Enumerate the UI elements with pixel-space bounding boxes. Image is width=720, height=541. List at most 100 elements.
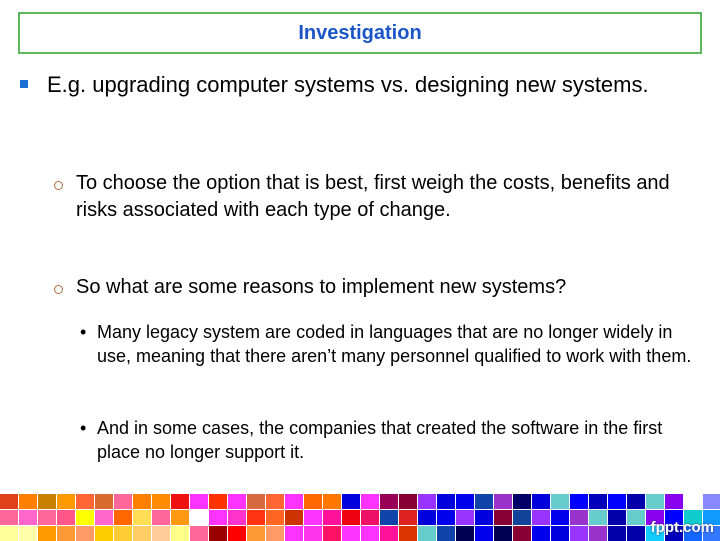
bullet-text: So what are some reasons to implement ne… [76, 276, 567, 298]
mosaic-tile [361, 526, 379, 541]
mosaic-tile [494, 510, 512, 525]
mosaic-tile [266, 494, 284, 509]
mosaic-tile [627, 510, 645, 525]
mosaic-tile [494, 494, 512, 509]
mosaic-tile [456, 510, 474, 525]
mosaic-tile [304, 510, 322, 525]
mosaic-tile [380, 510, 398, 525]
mosaic-tile [152, 494, 170, 509]
mosaic-tile [513, 494, 531, 509]
mosaic-tile [57, 526, 75, 541]
mosaic-tile [190, 510, 208, 525]
mosaic-tile [532, 510, 550, 525]
mosaic-tile [475, 510, 493, 525]
mosaic-tile [247, 510, 265, 525]
mosaic-tile [532, 494, 550, 509]
mosaic-tile [361, 510, 379, 525]
mosaic-tile [266, 510, 284, 525]
mosaic-tile [589, 526, 607, 541]
mosaic-tile [57, 510, 75, 525]
mosaic-tile [171, 526, 189, 541]
mosaic-tile [570, 510, 588, 525]
mosaic-tile [38, 510, 56, 525]
mosaic-tile [76, 510, 94, 525]
mosaic-tile [608, 510, 626, 525]
bullet-level1: E.g. upgrading computer systems vs. desi… [20, 70, 692, 99]
mosaic-tile [513, 510, 531, 525]
mosaic-tile [475, 526, 493, 541]
mosaic-tile [0, 510, 18, 525]
mosaic-tile [76, 526, 94, 541]
mosaic-tile [399, 510, 417, 525]
mosaic-tile [646, 494, 664, 509]
bullet-text: And in some cases, the companies that cr… [97, 418, 663, 462]
mosaic-tile [418, 494, 436, 509]
mosaic-tile [304, 526, 322, 541]
mosaic-tile [456, 526, 474, 541]
mosaic-tile [323, 526, 341, 541]
mosaic-tile [304, 494, 322, 509]
mosaic-tile [494, 526, 512, 541]
mosaic-tile [475, 494, 493, 509]
mosaic-tile [665, 494, 683, 509]
mosaic-tile [57, 494, 75, 509]
mosaic-tile [171, 494, 189, 509]
brand-watermark: fppt.com [650, 519, 714, 536]
mosaic-tile [114, 494, 132, 509]
mosaic-tile [95, 510, 113, 525]
mosaic-tile [437, 510, 455, 525]
mosaic-tile [570, 526, 588, 541]
mosaic-tile [323, 510, 341, 525]
mosaic-tile [228, 526, 246, 541]
slide-title-box: Investigation [18, 12, 702, 54]
mosaic-tile [285, 510, 303, 525]
mosaic-tile [551, 510, 569, 525]
mosaic-tile [608, 494, 626, 509]
mosaic-tile [361, 494, 379, 509]
mosaic-tile [342, 526, 360, 541]
mosaic-tile [513, 526, 531, 541]
mosaic-tile [418, 526, 436, 541]
mosaic-tile [152, 510, 170, 525]
mosaic-tile [133, 494, 151, 509]
bullet-level3: • Many legacy system are coded in langua… [80, 320, 700, 368]
mosaic-tile [266, 526, 284, 541]
square-bullet-icon [20, 80, 28, 88]
mosaic-tile [437, 494, 455, 509]
mosaic-tile [323, 494, 341, 509]
bullet-text: To choose the option that is best, first… [76, 172, 670, 221]
mosaic-tile [209, 526, 227, 541]
dot-bullet-icon: • [80, 322, 87, 342]
mosaic-tile [551, 494, 569, 509]
mosaic-tile [133, 526, 151, 541]
slide-title: Investigation [298, 21, 422, 44]
mosaic-tile [114, 526, 132, 541]
mosaic-tile [190, 526, 208, 541]
bullet-level2: So what are some reasons to implement ne… [54, 274, 694, 301]
mosaic-tile [228, 494, 246, 509]
mosaic-tile [38, 526, 56, 541]
mosaic-tile [95, 494, 113, 509]
mosaic-tile [114, 510, 132, 525]
mosaic-tile [380, 526, 398, 541]
mosaic-tile [152, 526, 170, 541]
mosaic-tile [342, 494, 360, 509]
circle-bullet-icon [54, 181, 63, 190]
mosaic-tile [589, 494, 607, 509]
mosaic-tile [38, 494, 56, 509]
bullet-text: Many legacy system are coded in language… [97, 322, 692, 366]
mosaic-tile [418, 510, 436, 525]
bullet-level3: • And in some cases, the companies that … [80, 416, 700, 464]
mosaic-tile [95, 526, 113, 541]
mosaic-tile [380, 494, 398, 509]
mosaic-tile [570, 494, 588, 509]
mosaic-tile [456, 494, 474, 509]
mosaic-tile [247, 526, 265, 541]
mosaic-tile [399, 526, 417, 541]
mosaic-tile [171, 510, 189, 525]
dot-bullet-icon: • [80, 418, 87, 438]
mosaic-tile [627, 494, 645, 509]
mosaic-tile [703, 494, 720, 509]
mosaic-tile [19, 526, 37, 541]
mosaic-tile [684, 494, 702, 509]
